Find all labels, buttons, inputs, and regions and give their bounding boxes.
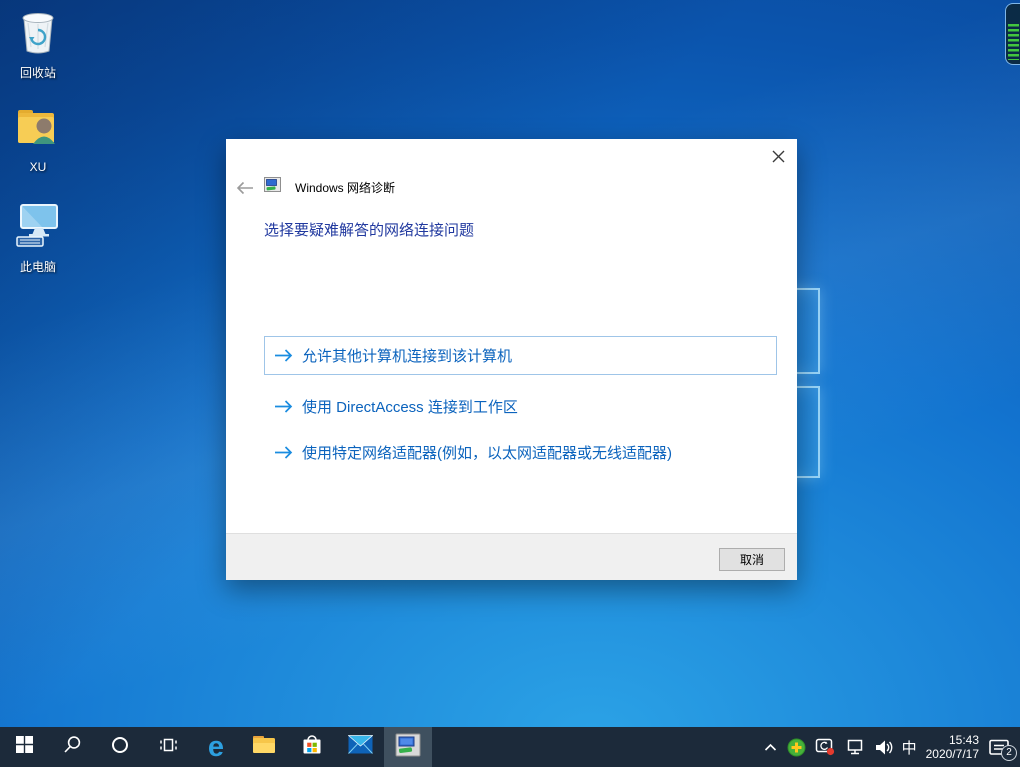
network-icon[interactable] bbox=[845, 739, 865, 756]
dialog-header: Windows 网络诊断 bbox=[234, 177, 395, 198]
task-view-icon bbox=[159, 736, 178, 759]
option-label: 允许其他计算机连接到该计算机 bbox=[302, 345, 512, 366]
start-button[interactable] bbox=[0, 727, 48, 767]
dialog-heading: 选择要疑难解答的网络连接问题 bbox=[264, 219, 474, 240]
close-icon[interactable] bbox=[763, 143, 793, 169]
task-view-button[interactable] bbox=[144, 727, 192, 767]
clock[interactable]: 15:43 2020/7/17 bbox=[926, 733, 979, 761]
system-tray: 中 15:43 2020/7/17 2 bbox=[763, 727, 1020, 767]
file-explorer-icon bbox=[252, 735, 276, 759]
edge-button[interactable]: e bbox=[192, 727, 240, 767]
arrow-right-icon bbox=[274, 446, 293, 459]
cancel-button[interactable]: 取消 bbox=[719, 548, 785, 571]
arrow-right-icon bbox=[274, 349, 293, 362]
desktop-icon-label: 此电脑 bbox=[20, 258, 56, 275]
action-center-button[interactable]: 2 bbox=[988, 738, 1010, 757]
this-pc-icon bbox=[13, 202, 63, 255]
edge-icon: e bbox=[208, 733, 224, 762]
cortana-button[interactable] bbox=[96, 727, 144, 767]
desktop: 回收站 XU 此电脑 bbox=[0, 0, 1020, 767]
desktop-icon-this-pc[interactable]: 此电脑 bbox=[0, 202, 76, 275]
dialog-footer bbox=[226, 533, 797, 580]
network-diagnostics-icon bbox=[395, 733, 421, 762]
cortana-icon bbox=[111, 736, 129, 759]
notification-badge: 2 bbox=[1001, 745, 1017, 761]
user-folder-icon bbox=[15, 104, 61, 157]
store-button[interactable] bbox=[288, 727, 336, 767]
recycle-bin-icon bbox=[17, 8, 59, 61]
option-allow-other-computers[interactable]: 允许其他计算机连接到该计算机 bbox=[264, 336, 777, 375]
network-diagnostics-taskbar-button[interactable] bbox=[384, 727, 432, 767]
screen-capture-icon[interactable] bbox=[815, 738, 836, 756]
mail-icon bbox=[348, 735, 373, 759]
option-label: 使用特定网络适配器(例如，以太网适配器或无线适配器) bbox=[302, 442, 672, 463]
app-icon bbox=[264, 177, 281, 198]
tray-time: 15:43 bbox=[926, 733, 979, 747]
back-arrow-icon[interactable] bbox=[234, 179, 256, 197]
mail-button[interactable] bbox=[336, 727, 384, 767]
option-label: 使用 DirectAccess 连接到工作区 bbox=[302, 396, 518, 417]
antivirus-icon[interactable] bbox=[787, 738, 806, 757]
volume-icon[interactable] bbox=[874, 739, 893, 756]
store-icon bbox=[301, 733, 323, 761]
desktop-icon-user-folder[interactable]: XU bbox=[0, 104, 76, 174]
dialog-title: Windows 网络诊断 bbox=[295, 179, 395, 196]
tray-date: 2020/7/17 bbox=[926, 747, 979, 761]
file-explorer-button[interactable] bbox=[240, 727, 288, 767]
option-specific-adapter[interactable]: 使用特定网络适配器(例如，以太网适配器或无线适配器) bbox=[264, 438, 777, 466]
arrow-right-icon bbox=[274, 400, 293, 413]
start-icon bbox=[16, 736, 33, 758]
network-speed-monitor-bars bbox=[1008, 24, 1019, 60]
desktop-icon-recycle-bin[interactable]: 回收站 bbox=[0, 8, 76, 81]
desktop-icon-label: 回收站 bbox=[20, 64, 56, 81]
network-speed-monitor-widget[interactable] bbox=[1005, 3, 1020, 65]
network-diagnostics-dialog: Windows 网络诊断 选择要疑难解答的网络连接问题 允许其他计算机连接到该计… bbox=[226, 139, 797, 580]
search-icon bbox=[63, 735, 82, 759]
input-method-indicator[interactable]: 中 bbox=[902, 737, 917, 758]
option-directaccess[interactable]: 使用 DirectAccess 连接到工作区 bbox=[264, 392, 777, 420]
desktop-icon-label: XU bbox=[30, 160, 47, 174]
search-button[interactable] bbox=[48, 727, 96, 767]
chevron-up-icon[interactable] bbox=[763, 741, 778, 754]
taskbar: e bbox=[0, 727, 1020, 767]
